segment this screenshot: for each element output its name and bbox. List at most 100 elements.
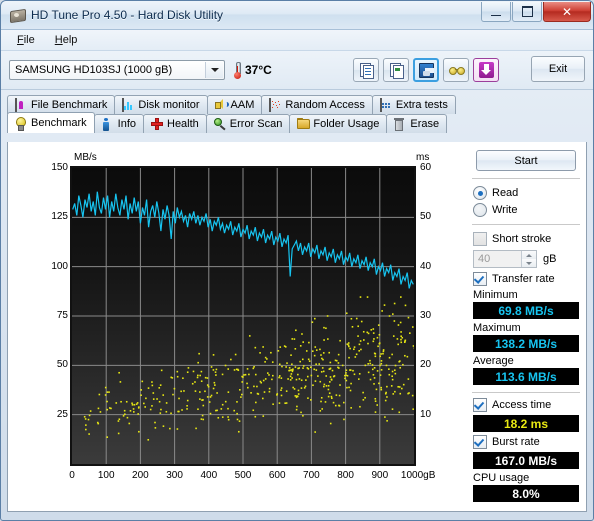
stepper-buttons[interactable] [521, 251, 536, 267]
x-axis-tick: 100 [97, 470, 115, 481]
x-axis-tick: 0 [69, 470, 75, 481]
tab-folder-usage[interactable]: Folder Usage [289, 114, 388, 133]
save-icon [418, 62, 434, 78]
x-axis-tick: 600 [268, 470, 286, 481]
random-access-icon [269, 97, 281, 112]
tab-label: Info [117, 118, 136, 130]
divider [472, 392, 580, 393]
erase-trash-icon [394, 117, 406, 131]
tab-extra-tests[interactable]: Extra tests [371, 95, 456, 114]
radio-write[interactable]: Write [473, 203, 582, 217]
exit-button[interactable]: Exit [531, 56, 585, 82]
minimize-button[interactable] [481, 2, 511, 22]
stepper-up-button[interactable] [521, 251, 536, 259]
checkbox-short-stroke[interactable]: Short stroke [473, 232, 582, 246]
divider [472, 224, 580, 225]
average-value: 113.6 MB/s [473, 368, 579, 385]
short-stroke-value: 40 [478, 253, 491, 265]
window-controls: ✕ [480, 2, 591, 22]
short-stroke-stepper[interactable]: 40 [473, 250, 537, 268]
checkbox-access-time[interactable]: Access time [473, 398, 582, 412]
checkbox-burst-rate-indicator [473, 435, 487, 449]
aam-speaker-icon [214, 98, 229, 112]
menu-item-file[interactable]: File [7, 32, 45, 48]
options-icon [448, 65, 465, 76]
tab-info[interactable]: Info [93, 114, 144, 133]
extra-tests-icon [379, 97, 392, 112]
radio-write-label: Write [492, 204, 518, 216]
tab-label: Extra tests [395, 99, 448, 111]
radio-read-indicator [473, 186, 487, 200]
tab-erase[interactable]: Erase [386, 114, 448, 133]
y-axis-tick-left: 25 [56, 408, 68, 420]
tab-disk-monitor[interactable]: Disk monitor [114, 95, 208, 114]
x-axis-tick: 1000gB [400, 470, 436, 481]
x-axis-tick: 300 [166, 470, 183, 481]
access-time-value: 18.2 ms [473, 415, 579, 432]
maximize-icon [521, 6, 533, 17]
tab-label: Health [167, 118, 199, 130]
checkbox-burst-rate[interactable]: Burst rate [473, 435, 582, 449]
tab-label: Erase [410, 118, 440, 130]
copy-image-button[interactable] [383, 58, 409, 82]
y-axis-tick-left: 100 [51, 260, 68, 272]
cpu-usage-value: 8.0% [473, 485, 579, 502]
toolbar-icon-group [353, 58, 499, 82]
radio-read-label: Read [492, 187, 519, 199]
tab-label: AAM [230, 99, 255, 111]
divider [472, 178, 580, 179]
maximum-value: 138.2 MB/s [473, 335, 579, 352]
checkbox-transfer-rate-label: Transfer rate [492, 273, 555, 285]
folder-usage-icon [297, 117, 311, 131]
radio-read[interactable]: Read [473, 186, 582, 200]
drive-select-value: SAMSUNG HD103SJ (1000 gB) [15, 64, 173, 76]
menu-item-help[interactable]: Help [45, 32, 88, 48]
drive-select[interactable]: SAMSUNG HD103SJ (1000 gB) [9, 60, 225, 80]
short-stroke-unit: gB [543, 253, 557, 265]
start-button[interactable]: Start [476, 150, 576, 171]
y-axis-tick-right: 30 [420, 310, 432, 321]
stepper-down-button[interactable] [521, 259, 536, 267]
x-axis-tick: 400 [200, 470, 218, 481]
chevron-down-icon[interactable] [205, 62, 223, 78]
tab-benchmark[interactable]: Benchmark [7, 112, 95, 133]
checkbox-short-stroke-label: Short stroke [492, 233, 552, 245]
info-icon [102, 117, 114, 131]
checkbox-access-time-indicator [473, 398, 487, 412]
minimize-icon [491, 14, 501, 16]
toolbar: SAMSUNG HD103SJ (1000 gB) 37°C Exit [1, 51, 593, 90]
health-cross-icon [151, 118, 163, 131]
checkbox-burst-rate-label: Burst rate [492, 436, 540, 448]
tab-row-top: File Benchmark Disk monitor AAM Random A… [7, 94, 587, 114]
x-axis-tick: 800 [337, 470, 354, 481]
tab-row-bottom: Benchmark Info Health Error Scan Folder … [7, 112, 587, 133]
average-label: Average [473, 355, 514, 367]
tab-health[interactable]: Health [143, 114, 207, 133]
tab-label: File Benchmark [31, 99, 108, 111]
tab-aam[interactable]: AAM [206, 95, 263, 114]
close-button[interactable]: ✕ [543, 2, 591, 22]
tab-error-scan[interactable]: Error Scan [205, 114, 291, 133]
tab-label: Error Scan [229, 118, 283, 130]
checkbox-transfer-rate[interactable]: Transfer rate [473, 272, 582, 286]
download-icon [478, 62, 494, 78]
menu-bar: File Help [1, 30, 593, 51]
options-button[interactable] [443, 58, 469, 82]
save-button[interactable] [413, 58, 439, 82]
download-button[interactable] [473, 58, 499, 82]
tab-label: Benchmark [31, 117, 87, 129]
checkbox-transfer-rate-indicator [473, 272, 487, 286]
copy-text-button[interactable] [353, 58, 379, 82]
maximize-button[interactable] [512, 2, 542, 22]
temperature-value: 37°C [245, 63, 272, 77]
radio-write-indicator [473, 203, 487, 217]
y-axis-tick-left: 75 [56, 310, 68, 321]
x-axis-tick: 700 [303, 470, 320, 481]
tab-random-access[interactable]: Random Access [261, 95, 373, 114]
tab-label: Disk monitor [138, 99, 200, 111]
benchmark-chart: MB/s ms 25 50 75 100 125 150 10 20 30 40 50 60 0 100 2… [24, 152, 464, 502]
y-axis-tick-left: 125 [51, 211, 68, 223]
error-scan-magnifier-icon [213, 117, 226, 131]
benchmark-controls: Start Read Write Short stroke 40 gB Tran… [470, 148, 582, 502]
tab-area: File Benchmark Disk monitor AAM Random A… [1, 90, 593, 133]
